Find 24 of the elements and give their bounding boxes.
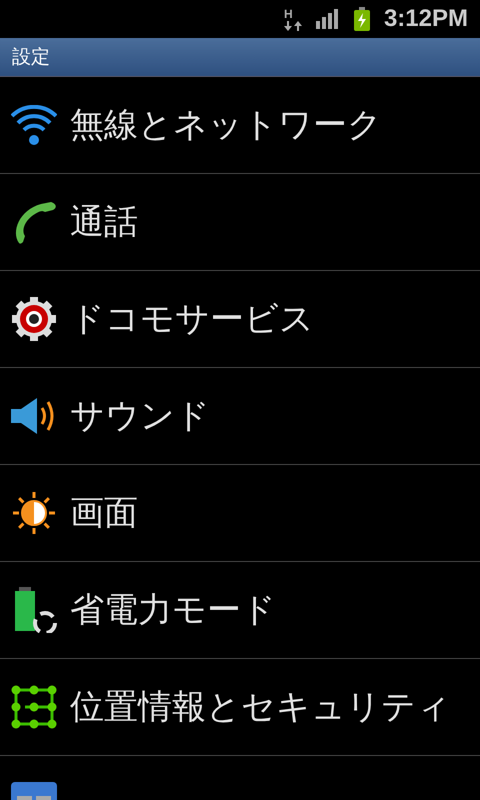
- settings-item[interactable]: ドコモサービス: [0, 271, 480, 368]
- settings-item[interactable]: 通話: [0, 174, 480, 271]
- signal-icon: [316, 9, 340, 29]
- wifi-icon: [11, 105, 57, 145]
- sun-icon: [11, 490, 57, 536]
- network-type: H: [284, 8, 293, 20]
- item-label: 位置情報とセキュリティ: [70, 686, 451, 729]
- settings-item[interactable]: 無線とネットワーク: [0, 77, 480, 174]
- clock: 3:12PM: [384, 5, 468, 33]
- settings-item[interactable]: サウンド: [0, 368, 480, 465]
- item-label: ドコモサービス: [70, 298, 314, 341]
- item-label: サウンド: [70, 395, 210, 438]
- item-label: 画面: [70, 492, 138, 535]
- dot-pattern-icon: [11, 685, 57, 729]
- settings-item[interactable]: 省電力モード: [0, 562, 480, 659]
- screen-title: 設定: [12, 45, 50, 70]
- settings-item[interactable]: 位置情報とセキュリティ: [0, 659, 480, 756]
- gear-icon: [11, 296, 57, 342]
- battery-charging-icon: [354, 7, 370, 31]
- data-arrows-icon: [284, 20, 302, 30]
- settings-item[interactable]: 画面: [0, 465, 480, 562]
- item-label: 無線とネットワーク: [70, 104, 382, 147]
- item-label: 通話: [70, 201, 138, 244]
- item-label: 省電力モード: [70, 589, 276, 632]
